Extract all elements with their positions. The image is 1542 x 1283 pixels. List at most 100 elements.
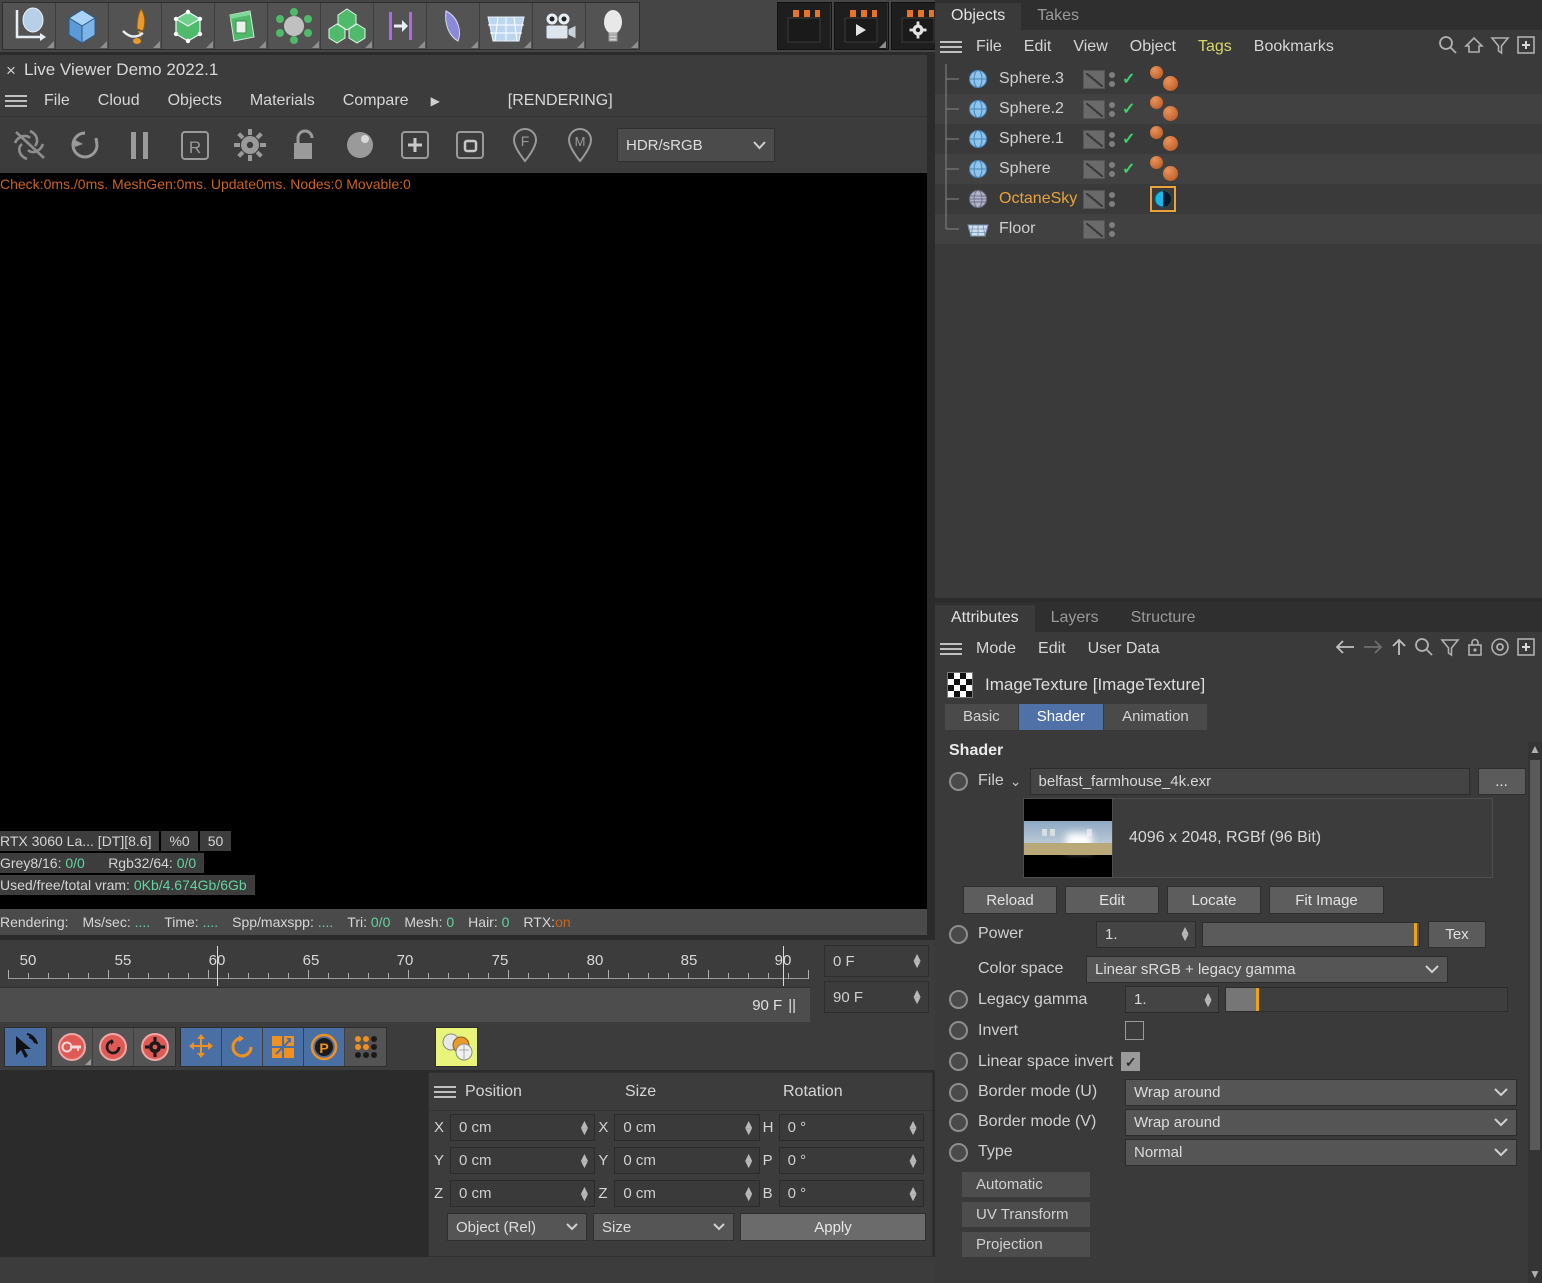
- spline-pen-icon[interactable]: [3, 3, 56, 49]
- search-icon[interactable]: [1414, 637, 1434, 662]
- attributes-hamburger-icon[interactable]: [935, 643, 965, 655]
- editor-visibility-toggle[interactable]: [1083, 69, 1105, 89]
- camera-icon[interactable]: [533, 3, 586, 49]
- attributes-menu-edit[interactable]: Edit: [1027, 640, 1077, 658]
- pause-render-icon[interactable]: [112, 119, 167, 171]
- subtab-animation[interactable]: Animation: [1104, 704, 1207, 730]
- power-tex-button[interactable]: Tex: [1428, 920, 1486, 948]
- attributes-scrollbar[interactable]: ▲ ▼: [1528, 742, 1542, 1283]
- visibility-dots-icon[interactable]: [1109, 71, 1115, 87]
- linear-space-invert-checkbox[interactable]: [1121, 1052, 1141, 1071]
- editor-visibility-toggle[interactable]: [1083, 159, 1105, 179]
- keyframe-settings-icon[interactable]: [134, 1028, 175, 1066]
- timeline-ruler[interactable]: 50 55 60 65 70 75 80 85 90: [0, 940, 810, 988]
- object-row-octanesky[interactable]: OctaneSky: [935, 184, 1542, 214]
- attributes-menu-mode[interactable]: Mode: [965, 640, 1027, 658]
- uv-transform-button[interactable]: UV Transform: [961, 1201, 1091, 1228]
- timeline-playhead-60[interactable]: [217, 946, 218, 986]
- automatic-button[interactable]: Automatic: [961, 1171, 1091, 1198]
- objects-menu-bookmarks[interactable]: Bookmarks: [1243, 38, 1345, 56]
- enabled-check-icon[interactable]: ✓: [1122, 69, 1135, 89]
- add-object-icon[interactable]: [387, 119, 442, 171]
- visibility-dots-icon[interactable]: [1109, 161, 1115, 177]
- region-render-icon[interactable]: R: [167, 119, 222, 171]
- search-icon[interactable]: [1438, 35, 1458, 60]
- cloner-array-icon[interactable]: [321, 3, 374, 49]
- light-bulb-icon[interactable]: [586, 3, 639, 49]
- timeline-preview-range[interactable]: 90 F ||: [0, 988, 810, 1022]
- objects-menu-view[interactable]: View: [1062, 38, 1118, 56]
- file-path-input[interactable]: belfast_farmhouse_4k.exr: [1029, 767, 1470, 795]
- lock-resolution-icon[interactable]: [277, 119, 332, 171]
- spinner-arrows-icon[interactable]: ▲ ▼: [743, 1184, 755, 1203]
- reload-button[interactable]: Reload: [963, 886, 1057, 914]
- visibility-dots-icon[interactable]: [1109, 221, 1115, 237]
- border-mode-v-radio[interactable]: [949, 1112, 968, 1132]
- spinner-arrows-icon[interactable]: ▲ ▼: [907, 1151, 919, 1170]
- material-manager-icon[interactable]: [436, 1028, 477, 1066]
- objects-menu-tags[interactable]: Tags: [1187, 38, 1243, 56]
- lv-menu-compare[interactable]: Compare: [329, 85, 423, 117]
- scroll-up-icon[interactable]: ▲: [1528, 742, 1542, 758]
- enabled-check-icon[interactable]: ✓: [1122, 99, 1135, 119]
- autokey-icon[interactable]: [93, 1028, 134, 1066]
- object-row-sphere[interactable]: Sphere ✓: [935, 154, 1542, 184]
- projection-button[interactable]: Projection: [961, 1231, 1091, 1258]
- object-row-sphere-1[interactable]: Sphere.1 ✓: [935, 124, 1542, 154]
- lv-menu-materials[interactable]: Materials: [236, 85, 329, 117]
- object-row-sphere-2[interactable]: Sphere.2 ✓: [935, 94, 1542, 124]
- back-arrow-icon[interactable]: [1334, 638, 1356, 661]
- legacy-gamma-slider[interactable]: [1225, 987, 1508, 1012]
- extrude-cube-icon[interactable]: [215, 3, 268, 49]
- invert-radio[interactable]: [949, 1021, 968, 1040]
- legacy-gamma-radio[interactable]: [949, 990, 968, 1009]
- forward-arrow-icon[interactable]: [1362, 638, 1384, 661]
- colorspace-select[interactable]: HDR/sRGB: [617, 128, 775, 162]
- attributes-menu-user-data[interactable]: User Data: [1077, 640, 1171, 658]
- apply-button[interactable]: Apply: [740, 1213, 926, 1241]
- point-level-anim-icon[interactable]: [345, 1028, 386, 1066]
- cube-primitive-icon[interactable]: [56, 3, 109, 49]
- bend-deformer-icon[interactable]: [427, 3, 480, 49]
- material-picker-icon[interactable]: M: [552, 119, 607, 171]
- visibility-dots-icon[interactable]: [1109, 101, 1115, 117]
- add-region-icon[interactable]: [442, 119, 497, 171]
- plus-icon[interactable]: [1516, 637, 1536, 662]
- object-row-sphere-3[interactable]: Sphere.3 ✓: [935, 64, 1542, 94]
- tab-layers[interactable]: Layers: [1035, 605, 1115, 632]
- object-tags[interactable]: [1150, 124, 1186, 154]
- editor-visibility-toggle[interactable]: [1083, 99, 1105, 119]
- spinner-arrows-icon[interactable]: ▲ ▼: [907, 1118, 919, 1137]
- scrollbar-thumb[interactable]: [1530, 760, 1540, 1150]
- stop-render-icon[interactable]: [2, 119, 57, 171]
- spinner-arrows-icon[interactable]: ▲ ▼: [578, 1184, 590, 1203]
- legacy-gamma-input[interactable]: 1. ▲ ▼: [1125, 986, 1219, 1013]
- size-mode-select[interactable]: Size: [593, 1213, 734, 1241]
- subdivision-cube-icon[interactable]: [162, 3, 215, 49]
- spinner-arrows-icon[interactable]: ▲ ▼: [911, 987, 923, 1006]
- spinner-arrows-icon[interactable]: ▲ ▼: [907, 1184, 919, 1203]
- object-row-floor[interactable]: Floor: [935, 214, 1542, 244]
- image-thumbnail[interactable]: [1024, 799, 1112, 877]
- border-mode-u-radio[interactable]: [949, 1082, 968, 1102]
- color-space-select[interactable]: Linear sRGB + legacy gamma: [1086, 955, 1448, 983]
- size-x-input[interactable]: 0 cm ▲ ▼: [614, 1114, 760, 1141]
- mograph-effector-icon[interactable]: [374, 3, 427, 49]
- scroll-down-icon[interactable]: ▼: [1528, 1267, 1542, 1283]
- tab-structure[interactable]: Structure: [1115, 605, 1212, 632]
- file-radio[interactable]: [949, 771, 968, 791]
- spinner-arrows-icon[interactable]: ▲ ▼: [911, 951, 923, 970]
- preview-range-handle[interactable]: ||: [788, 997, 796, 1014]
- position-y-input[interactable]: 0 cm ▲ ▼: [450, 1147, 596, 1174]
- fit-image-button[interactable]: Fit Image: [1269, 886, 1384, 914]
- filter-icon[interactable]: [1490, 35, 1510, 60]
- plus-icon[interactable]: [1516, 35, 1536, 60]
- objects-menu-edit[interactable]: Edit: [1013, 38, 1063, 56]
- editor-visibility-toggle[interactable]: [1083, 129, 1105, 149]
- lv-menu-cloud[interactable]: Cloud: [84, 85, 154, 117]
- material-preview-icon[interactable]: [332, 119, 387, 171]
- lock-icon[interactable]: [1466, 637, 1484, 662]
- power-radio[interactable]: [949, 924, 968, 944]
- menu-hamburger-icon[interactable]: [0, 94, 30, 107]
- visibility-dots-icon[interactable]: [1109, 191, 1115, 207]
